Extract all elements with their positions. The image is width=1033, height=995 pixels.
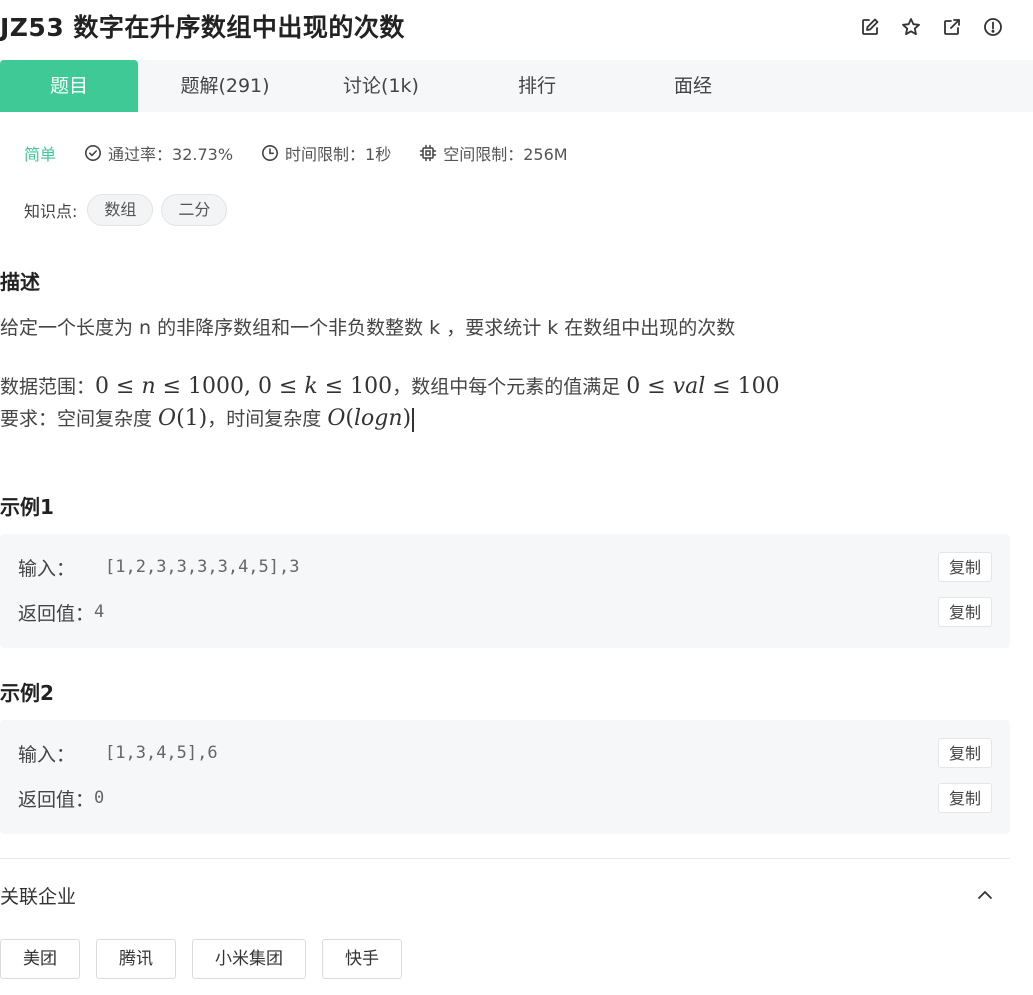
- pass-rate-text: 通过率：32.73%: [108, 145, 234, 164]
- check-circle-icon: [85, 145, 102, 161]
- output-value: 4: [94, 602, 105, 622]
- tag-array[interactable]: 数组: [87, 194, 154, 226]
- time-limit: 时间限制：1秒: [261, 141, 391, 165]
- tab-discussion[interactable]: 讨论(1k): [318, 60, 444, 112]
- example1-box: 输入： [1,2,3,3,3,3,4,5],3 复制 返回值： 4 复制: [0, 534, 1010, 648]
- knowledge-label: 知识点:: [24, 202, 78, 221]
- chip-icon: [419, 144, 437, 162]
- problem-meta: 简单 通过率：32.73% 时间限制：1秒 空间限制：256M: [24, 140, 596, 166]
- description-text: 给定一个长度为 n 的非降序数组和一个非负数整数 k ，要求统计 k 在数组中出…: [0, 317, 736, 339]
- company-meituan[interactable]: 美团: [0, 939, 80, 979]
- edit-icon[interactable]: [858, 15, 882, 39]
- output-label: 返回值：: [18, 602, 95, 625]
- space-complexity-formula: O(1): [158, 406, 208, 431]
- company-kuaishou[interactable]: 快手: [322, 939, 402, 979]
- companies-heading: 关联企业: [0, 886, 77, 908]
- problem-tabs: 题目 题解(291) 讨论(1k) 排行 面经: [0, 60, 1033, 112]
- tab-ranking[interactable]: 排行: [490, 60, 584, 112]
- req-prefix: 要求：空间复杂度: [0, 408, 159, 430]
- example2-box: 输入： [1,3,4,5],6 复制 返回值： 0 复制: [0, 720, 1010, 834]
- company-list: 美团 腾讯 小米集团 快手: [0, 939, 402, 979]
- text-caret: [412, 407, 415, 432]
- clock-icon: [262, 145, 279, 161]
- data-range: 数据范围：0 ≤ n ≤ 1000, 0 ≤ k ≤ 100，数组中每个元素的值…: [0, 372, 780, 399]
- chevron-up-icon[interactable]: [974, 884, 996, 906]
- input-label: 输入：: [18, 557, 76, 580]
- req-mid: ，时间复杂度: [207, 408, 328, 430]
- copy-input-button[interactable]: 复制: [938, 552, 992, 582]
- companies-header[interactable]: 关联企业: [0, 880, 1010, 912]
- title-actions: [858, 15, 1005, 39]
- input-value: [1,3,4,5],6: [105, 743, 218, 763]
- info-icon[interactable]: [981, 15, 1005, 39]
- input-label: 输入：: [18, 743, 76, 766]
- time-complexity-formula: O(logn): [327, 406, 412, 431]
- example1-input-row: 输入： [1,2,3,3,3,3,4,5],3: [18, 552, 299, 582]
- tab-problem[interactable]: 题目: [0, 60, 138, 112]
- example2-heading: 示例2: [0, 681, 54, 705]
- tab-solutions[interactable]: 题解(291): [160, 60, 290, 112]
- example1-output-row: 返回值： 4: [18, 597, 104, 627]
- data-range-prefix: 数据范围：: [0, 376, 96, 398]
- range-formula: 0 ≤ n ≤ 1000, 0 ≤ k ≤ 100: [95, 374, 393, 399]
- output-value: 0: [94, 788, 105, 808]
- copy-input-button[interactable]: 复制: [938, 738, 992, 768]
- example1-heading: 示例1: [0, 495, 54, 519]
- tag-binary-search[interactable]: 二分: [161, 194, 228, 226]
- difficulty-badge: 简单: [24, 145, 57, 164]
- star-icon[interactable]: [899, 15, 923, 39]
- company-xiaomi[interactable]: 小米集团: [192, 939, 306, 979]
- complexity-requirement: 要求：空间复杂度 O(1)，时间复杂度 O(logn): [0, 404, 415, 432]
- time-limit-text: 时间限制：1秒: [285, 145, 392, 164]
- tab-interview[interactable]: 面经: [646, 60, 740, 112]
- company-tencent[interactable]: 腾讯: [96, 939, 176, 979]
- space-limit: 空间限制：256M: [419, 141, 568, 165]
- val-formula: 0 ≤ val ≤ 100: [626, 374, 780, 399]
- output-label: 返回值：: [18, 788, 95, 811]
- section-divider: [0, 858, 1010, 859]
- input-value: [1,2,3,3,3,3,4,5],3: [105, 557, 300, 577]
- space-limit-text: 空间限制：256M: [443, 145, 568, 164]
- example2-input-row: 输入： [1,3,4,5],6: [18, 738, 218, 768]
- pass-rate: 通过率：32.73%: [84, 141, 233, 165]
- description-heading: 描述: [0, 270, 40, 294]
- copy-output-button[interactable]: 复制: [938, 597, 992, 627]
- title-bar: JZ53 数字在升序数组中出现的次数: [0, 0, 1033, 56]
- copy-output-button[interactable]: 复制: [938, 783, 992, 813]
- page-title: JZ53 数字在升序数组中出现的次数: [0, 13, 405, 42]
- data-range-mid: ，数组中每个元素的值满足: [392, 376, 627, 398]
- external-link-icon[interactable]: [940, 15, 964, 39]
- example2-output-row: 返回值： 0: [18, 783, 104, 813]
- knowledge-tags: 知识点: 数组 二分: [24, 194, 228, 226]
